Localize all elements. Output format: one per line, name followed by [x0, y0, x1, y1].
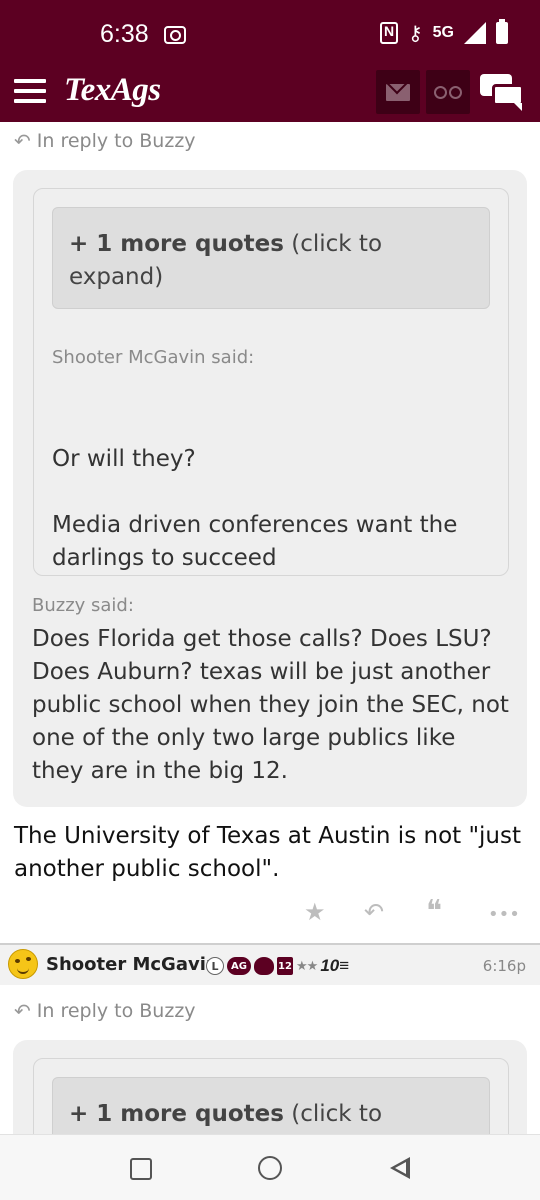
back-icon[interactable]: [390, 1157, 410, 1179]
hamburger-menu-icon[interactable]: [14, 79, 46, 103]
reply-to-link[interactable]: ↶ In reply to Buzzy: [14, 129, 196, 153]
watch-button[interactable]: [426, 70, 470, 114]
helmet-badge-icon: [254, 957, 274, 975]
screen-record-icon: [164, 26, 186, 44]
quote-author: Buzzy said:: [32, 595, 134, 616]
reply-to-text: In reply to Buzzy: [36, 1000, 196, 1022]
more-quotes-count: + 1 more quotes: [69, 1101, 284, 1127]
nested-quote-block: + 1 more quotes (click to expand) Shoote…: [33, 188, 509, 576]
badge-l: L: [206, 957, 224, 975]
badge-stars: ★★: [296, 958, 318, 974]
messages-button[interactable]: [376, 70, 420, 114]
texags-logo[interactable]: TexAgs: [64, 72, 161, 109]
star-icon[interactable]: ★: [304, 898, 326, 926]
more-quotes-button[interactable]: + 1 more quotes (click to expand): [52, 207, 490, 309]
more-options-icon[interactable]: •••: [488, 904, 520, 925]
chat-icon[interactable]: [480, 74, 526, 112]
quote-author: Shooter McGavin said:: [52, 347, 255, 368]
avatar[interactable]: [8, 949, 38, 979]
reply-arrow-icon: ↶: [14, 129, 31, 153]
post-header: Shooter McGavin L AG 12 ★★ 10≡ 6:16p: [0, 945, 540, 985]
status-icons: ⚷ 5G: [380, 19, 508, 45]
user-badges: L AG 12 ★★ 10≡: [206, 956, 349, 976]
reply-to-text: In reply to Buzzy: [36, 130, 196, 152]
badge-12: 12: [277, 957, 293, 975]
username[interactable]: Shooter McGavin: [46, 954, 219, 975]
status-bar: 6:38 ⚷ 5G: [0, 0, 540, 68]
post-time: 6:16p: [482, 957, 526, 975]
vpn-key-icon: ⚷: [408, 21, 423, 45]
signal-icon: [464, 22, 486, 44]
post-actions: ★ ↶ ❝ •••: [0, 894, 540, 932]
badge-10: 10≡: [320, 956, 350, 975]
nfc-icon: [380, 22, 398, 44]
system-nav-bar: [0, 1134, 540, 1200]
reply-arrow-icon: ↶: [14, 999, 31, 1023]
quote-text: Or will they?: [52, 446, 196, 472]
badge-ag: AG: [227, 957, 251, 975]
binoculars-icon: [434, 85, 462, 99]
more-quotes-hint: (click to: [283, 1101, 383, 1127]
quote-text: Media driven conferences want the darlin…: [52, 512, 458, 571]
reply-icon[interactable]: ↶: [364, 898, 384, 926]
mail-icon: [386, 83, 410, 101]
app-header: 6:38 ⚷ 5G TexAgs: [0, 0, 540, 122]
recent-apps-icon[interactable]: [130, 1158, 152, 1180]
reply-to-link[interactable]: ↶ In reply to Buzzy: [14, 999, 196, 1023]
quote-icon[interactable]: ❝: [426, 894, 442, 929]
home-icon[interactable]: [258, 1156, 282, 1180]
quote-block: + 1 more quotes (click to expand) Shoote…: [13, 170, 527, 807]
status-time: 6:38: [100, 20, 149, 48]
network-type: 5G: [432, 24, 454, 41]
battery-icon: [496, 19, 508, 44]
post-body: The University of Texas at Austin is not…: [14, 823, 522, 882]
more-quotes-count: + 1 more quotes: [69, 231, 284, 257]
quote-text: Does Florida get those calls? Does LSU? …: [32, 626, 509, 784]
